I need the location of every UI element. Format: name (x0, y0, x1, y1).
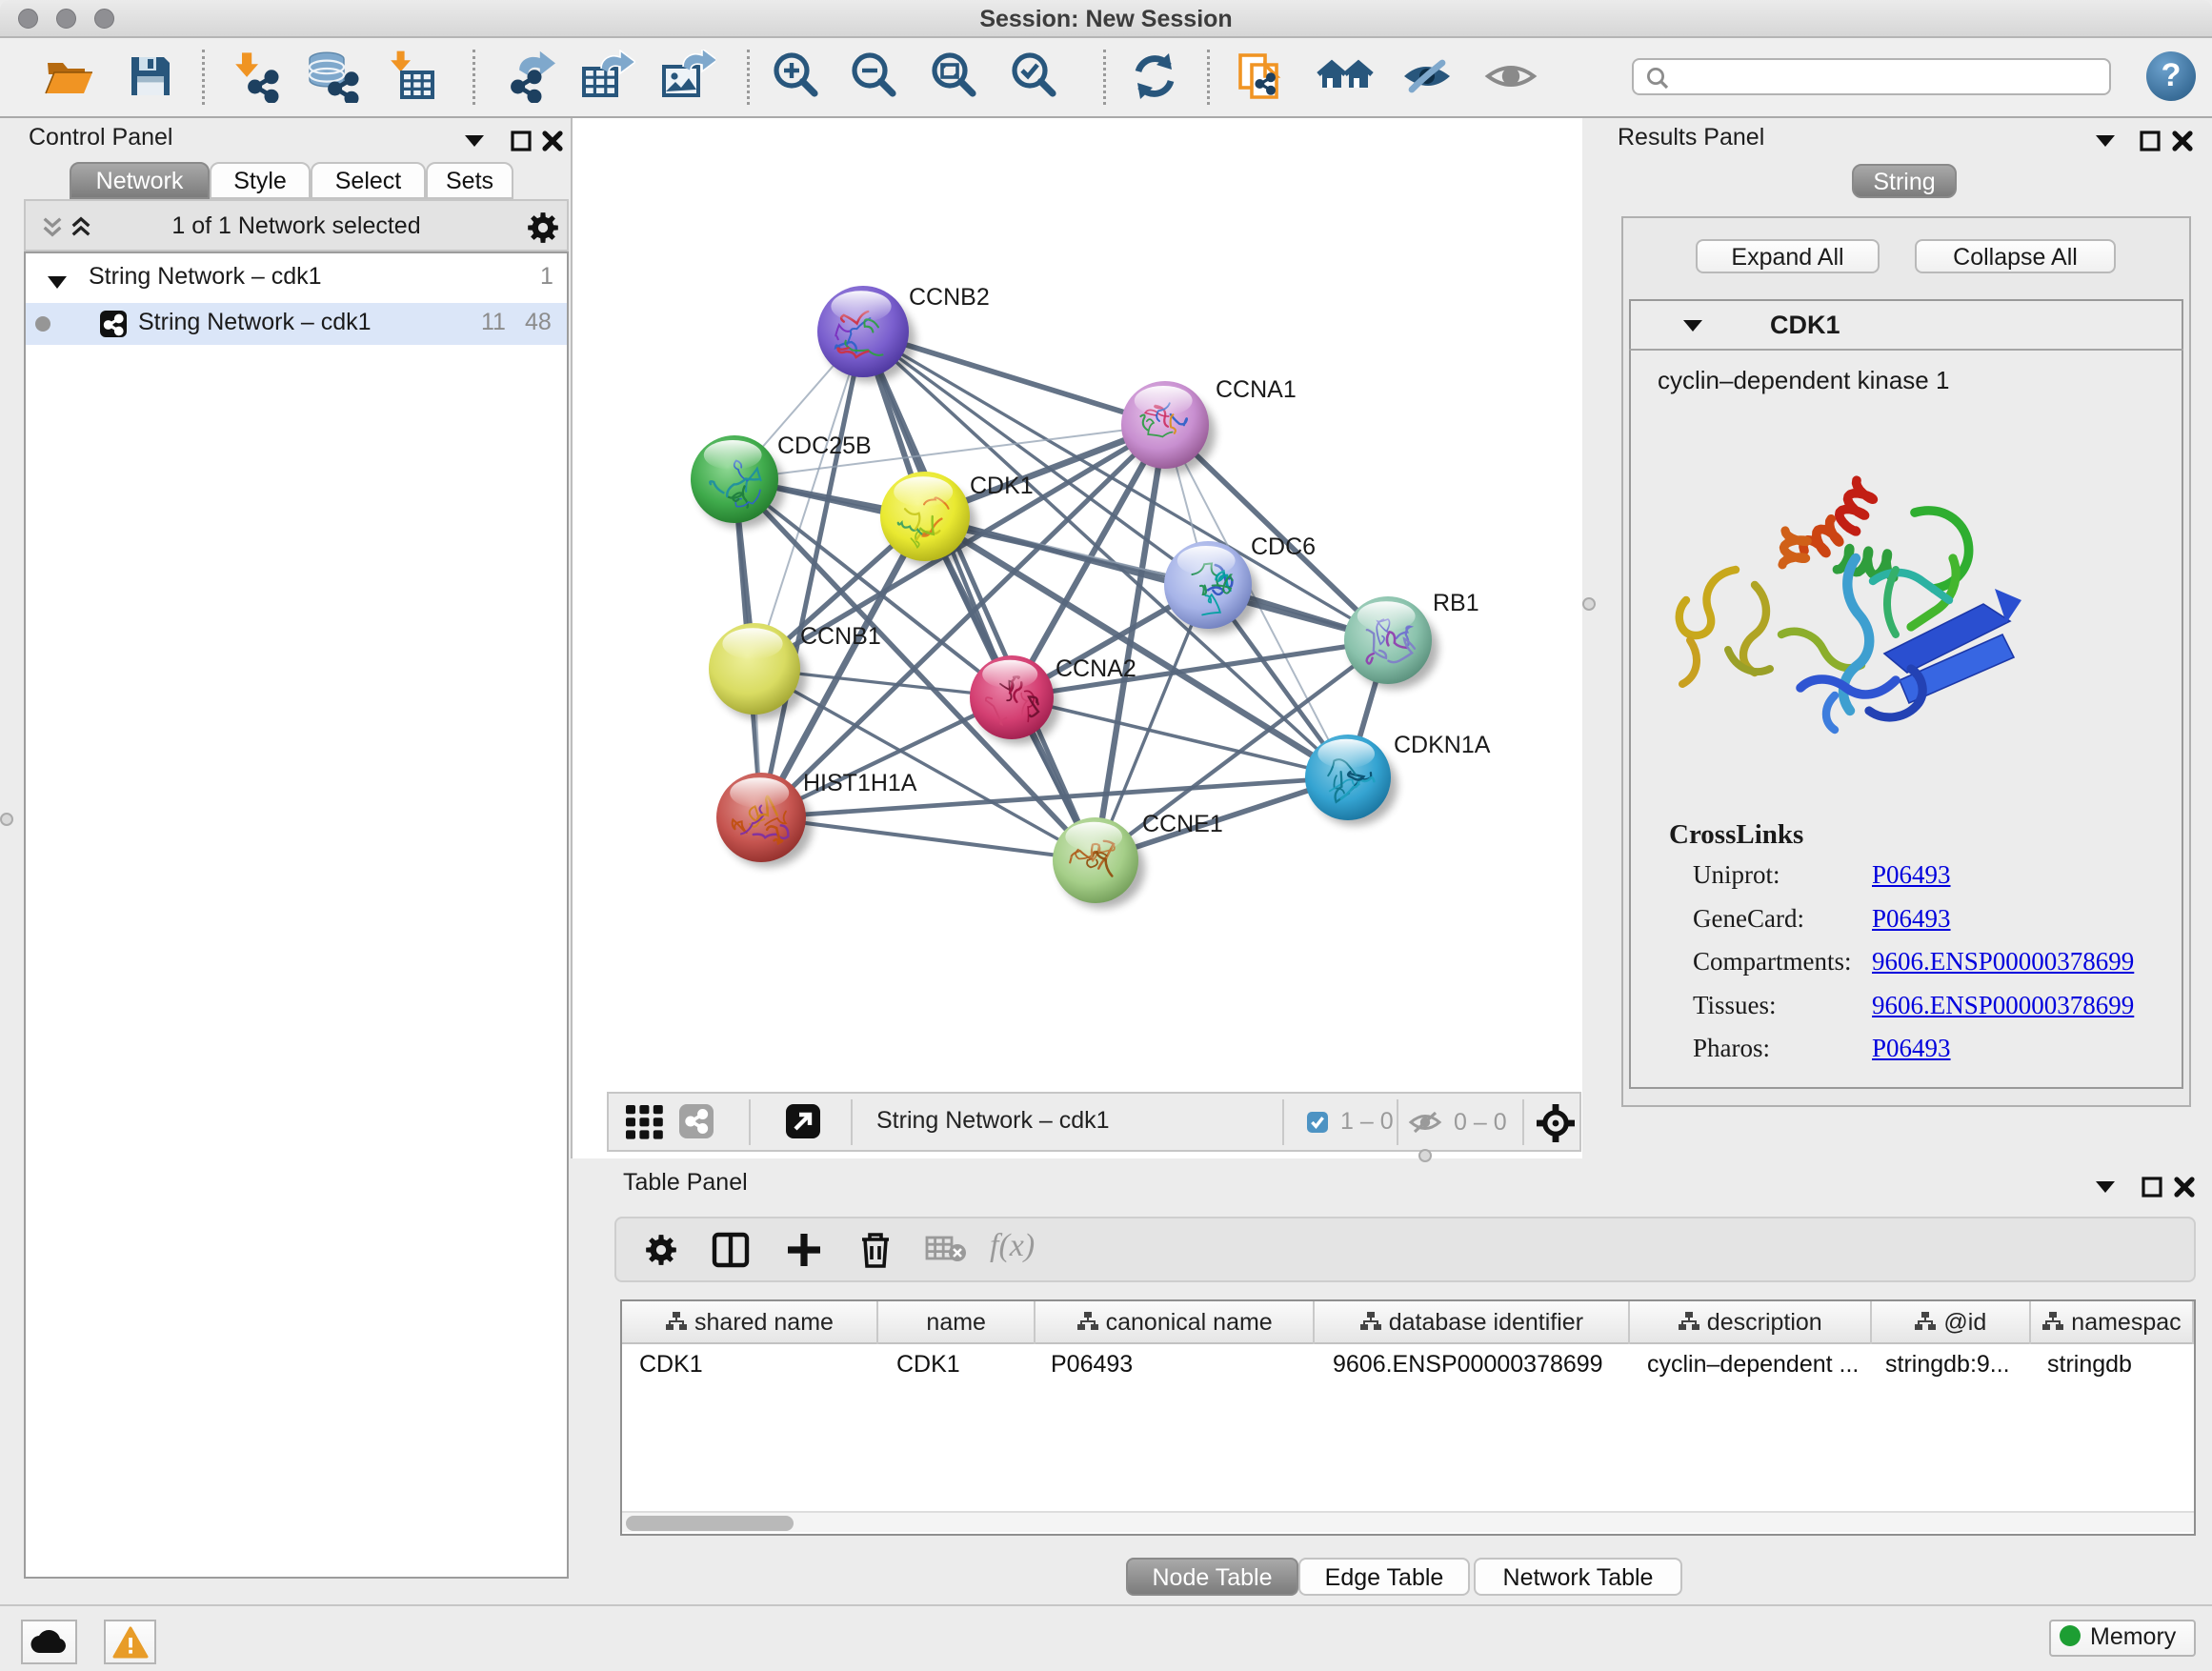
svg-text:CDC6: CDC6 (1251, 534, 1316, 560)
svg-text:CCNB1: CCNB1 (800, 623, 881, 650)
svg-text:CCNE1: CCNE1 (1142, 811, 1223, 837)
svg-text:RB1: RB1 (1433, 590, 1479, 616)
svg-text:CCNA1: CCNA1 (1216, 376, 1297, 403)
svg-text:CCNA2: CCNA2 (1056, 655, 1136, 682)
svg-text:CDKN1A: CDKN1A (1394, 732, 1491, 758)
svg-text:HIST1H1A: HIST1H1A (803, 770, 917, 796)
svg-text:CDK1: CDK1 (970, 473, 1034, 499)
svg-text:CCNB2: CCNB2 (909, 284, 990, 311)
svg-text:CDC25B: CDC25B (777, 433, 872, 459)
